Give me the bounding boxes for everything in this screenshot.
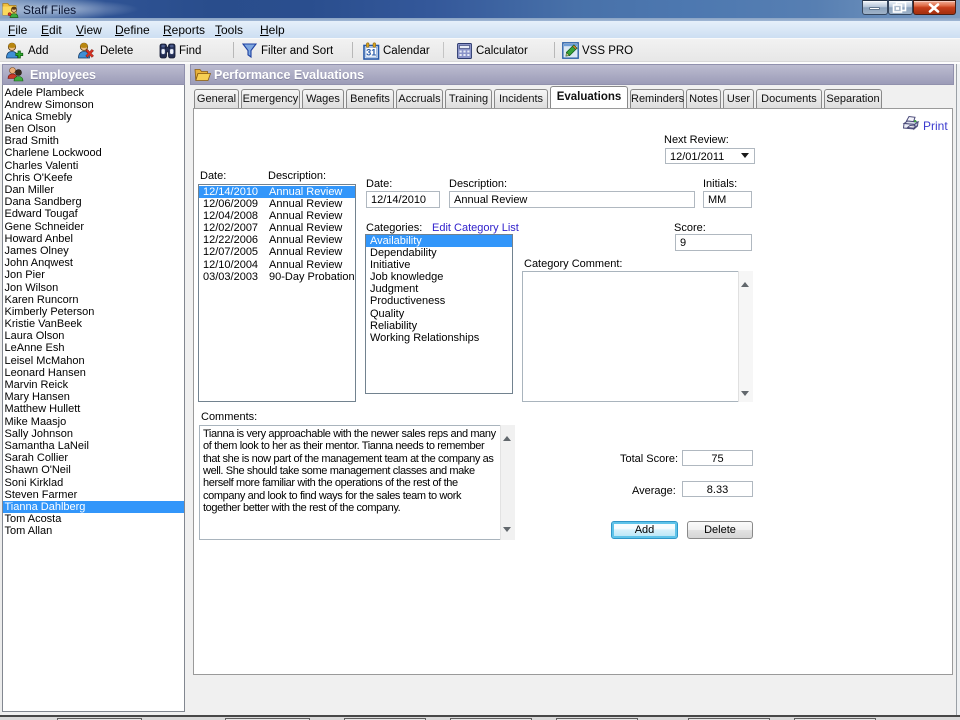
svg-text:31: 31 — [366, 48, 376, 58]
